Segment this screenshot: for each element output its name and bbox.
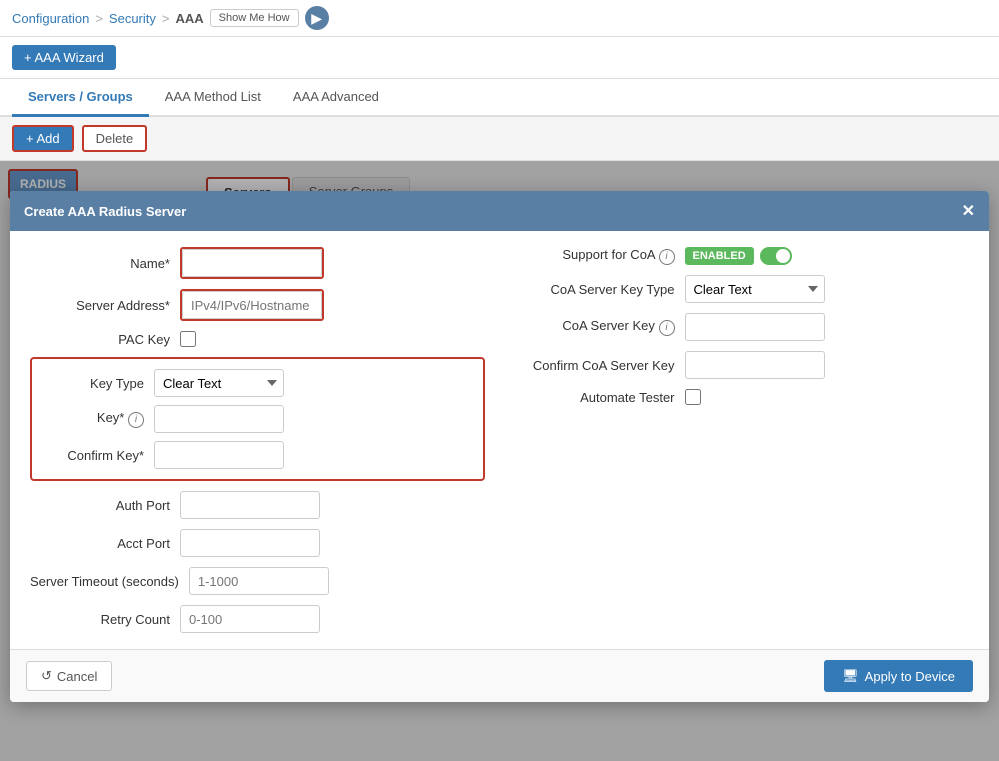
key-type-label: Key Type bbox=[44, 376, 144, 391]
auth-port-input[interactable]: 1812 bbox=[180, 491, 320, 519]
confirm-coa-key-input[interactable] bbox=[685, 351, 825, 379]
confirm-coa-key-row: Confirm CoA Server Key bbox=[515, 351, 970, 379]
confirm-key-label: Confirm Key* bbox=[44, 448, 144, 463]
coa-key-info-icon[interactable]: i bbox=[659, 320, 675, 336]
tab-advanced[interactable]: AAA Advanced bbox=[277, 79, 395, 117]
cancel-button[interactable]: ↺ Cancel bbox=[26, 661, 112, 691]
name-input[interactable] bbox=[182, 249, 322, 277]
server-address-input[interactable] bbox=[182, 291, 322, 319]
modal-footer: ↺ Cancel 🖥 Apply to Device bbox=[10, 649, 989, 702]
pac-key-row: PAC Key bbox=[30, 331, 485, 347]
confirm-key-inner-row: Confirm Key* bbox=[44, 441, 471, 469]
acct-port-row: Acct Port 1813 bbox=[30, 529, 485, 557]
coa-key-type-label: CoA Server Key Type bbox=[515, 282, 675, 297]
modal-close-button[interactable]: ✕ bbox=[962, 201, 975, 221]
server-timeout-input[interactable] bbox=[189, 567, 329, 595]
action-bar: + Add Delete bbox=[0, 117, 999, 161]
nav-forward-button[interactable]: ▶ bbox=[305, 6, 329, 30]
name-label: Name* bbox=[30, 256, 170, 271]
retry-count-input[interactable] bbox=[180, 605, 320, 633]
retry-count-label: Retry Count bbox=[30, 612, 170, 627]
pac-key-checkbox[interactable] bbox=[180, 331, 196, 347]
modal-header: Create AAA Radius Server ✕ bbox=[10, 191, 989, 231]
key-type-select[interactable]: Clear Text Encrypted bbox=[154, 369, 284, 397]
create-radius-server-modal: Create AAA Radius Server ✕ Name* Server … bbox=[10, 191, 989, 702]
add-button[interactable]: + Add bbox=[12, 125, 74, 152]
key-info-icon[interactable]: i bbox=[128, 412, 144, 428]
support-coa-label: Support for CoA i bbox=[515, 247, 675, 265]
acct-port-label: Acct Port bbox=[30, 536, 170, 551]
confirm-coa-key-label: Confirm CoA Server Key bbox=[515, 358, 675, 373]
breadcrumb-config[interactable]: Configuration bbox=[12, 11, 89, 26]
automate-tester-checkbox[interactable] bbox=[685, 389, 701, 405]
auth-port-label: Auth Port bbox=[30, 498, 170, 513]
cancel-icon: ↺ bbox=[41, 668, 52, 684]
name-input-wrapper bbox=[180, 247, 324, 279]
coa-key-type-select[interactable]: Clear Text Encrypted bbox=[685, 275, 825, 303]
tab-servers-groups[interactable]: Servers / Groups bbox=[12, 79, 149, 117]
main-content: RADIUS Servers Server Groups Create AAA … bbox=[0, 161, 999, 761]
support-coa-toggle[interactable]: ENABLED bbox=[685, 247, 792, 265]
main-tabs: Servers / Groups AAA Method List AAA Adv… bbox=[0, 79, 999, 117]
server-address-input-wrapper bbox=[180, 289, 324, 321]
auth-port-row: Auth Port 1812 bbox=[30, 491, 485, 519]
automate-tester-row: Automate Tester bbox=[515, 389, 970, 405]
top-nav: Configuration > Security > AAA Show Me H… bbox=[0, 0, 999, 37]
breadcrumb-aaa: AAA bbox=[175, 11, 203, 26]
server-timeout-row: Server Timeout (seconds) bbox=[30, 567, 485, 595]
acct-port-input[interactable]: 1813 bbox=[180, 529, 320, 557]
coa-key-type-row: CoA Server Key Type Clear Text Encrypted bbox=[515, 275, 970, 303]
apply-icon: 🖥 bbox=[842, 668, 859, 684]
breadcrumb-sep2: > bbox=[162, 11, 170, 26]
retry-count-row: Retry Count bbox=[30, 605, 485, 633]
modal-title: Create AAA Radius Server bbox=[24, 204, 186, 219]
apply-to-device-button[interactable]: 🖥 Apply to Device bbox=[824, 660, 973, 692]
delete-button[interactable]: Delete bbox=[82, 125, 148, 152]
confirm-key-input[interactable] bbox=[154, 441, 284, 469]
key-type-row: Key Type Clear Text Encrypted Key* i bbox=[30, 357, 485, 481]
support-coa-row: Support for CoA i ENABLED bbox=[515, 247, 970, 265]
modal-body: Name* Server Address* PAC Key bbox=[10, 231, 989, 649]
right-form-section: Support for CoA i ENABLED CoA Server Key… bbox=[515, 247, 970, 633]
key-type-section: Key Type Clear Text Encrypted Key* i bbox=[30, 357, 485, 481]
toggle-switch[interactable] bbox=[760, 247, 792, 265]
coa-server-key-input[interactable] bbox=[685, 313, 825, 341]
key-type-inner-row: Key Type Clear Text Encrypted bbox=[44, 369, 471, 397]
server-address-row: Server Address* bbox=[30, 289, 485, 321]
tab-method-list[interactable]: AAA Method List bbox=[149, 79, 277, 117]
toolbar: AAA Wizard bbox=[0, 37, 999, 79]
toggle-enabled-label: ENABLED bbox=[685, 247, 754, 265]
breadcrumb-security[interactable]: Security bbox=[109, 11, 156, 26]
server-address-label: Server Address* bbox=[30, 298, 170, 313]
server-timeout-label: Server Timeout (seconds) bbox=[30, 574, 179, 589]
left-form-section: Name* Server Address* PAC Key bbox=[30, 247, 485, 633]
coa-server-key-label: CoA Server Key i bbox=[515, 318, 675, 336]
automate-tester-label: Automate Tester bbox=[515, 390, 675, 405]
support-coa-info-icon[interactable]: i bbox=[659, 249, 675, 265]
pac-key-label: PAC Key bbox=[30, 332, 170, 347]
coa-server-key-row: CoA Server Key i bbox=[515, 313, 970, 341]
name-row: Name* bbox=[30, 247, 485, 279]
key-input[interactable] bbox=[154, 405, 284, 433]
breadcrumb-sep1: > bbox=[95, 11, 103, 26]
show-me-how-button[interactable]: Show Me How bbox=[210, 9, 299, 27]
key-label: Key* i bbox=[44, 410, 144, 428]
aaa-wizard-button[interactable]: AAA Wizard bbox=[12, 45, 116, 70]
key-inner-row: Key* i bbox=[44, 405, 471, 433]
